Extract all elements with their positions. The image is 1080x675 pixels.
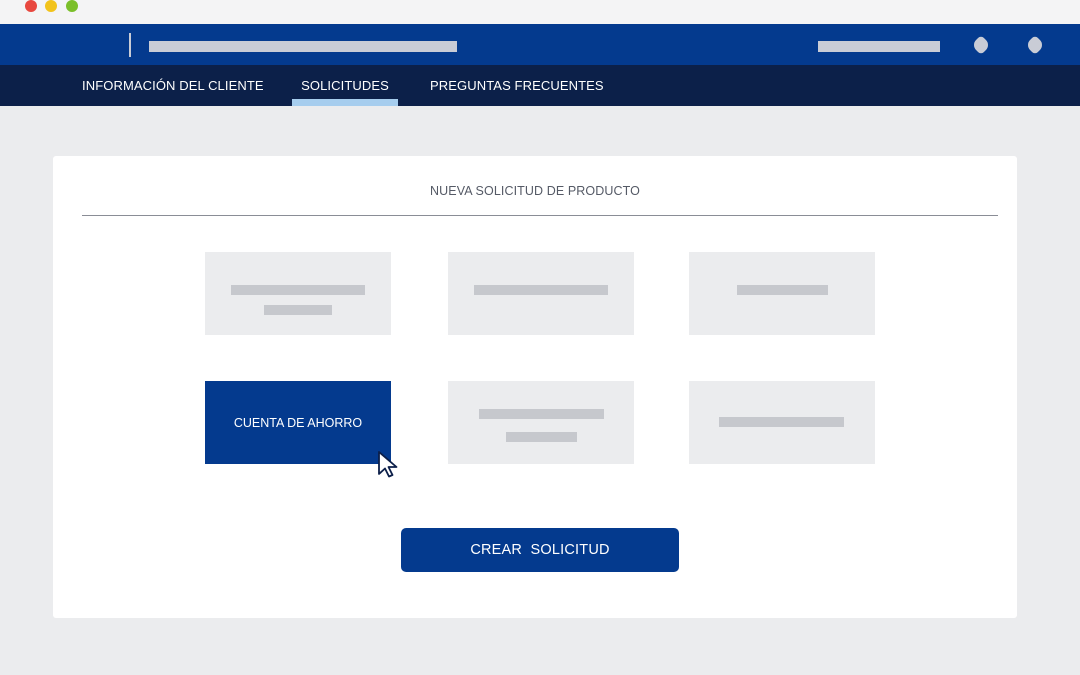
settings-icon[interactable]	[1025, 35, 1045, 55]
product-label-placeholder	[474, 285, 608, 295]
product-option-cuenta-de-ahorro[interactable]: CUENTA DE AHORRO	[205, 381, 391, 464]
zoom-window-dot[interactable]	[66, 0, 78, 12]
tab-label: INFORMACIÓN DEL CLIENTE	[82, 78, 264, 93]
create-request-button[interactable]: CREAR SOLICITUD	[401, 528, 679, 572]
tab-informacion-del-cliente[interactable]: INFORMACIÓN DEL CLIENTE	[82, 65, 264, 106]
mouse-pointer-icon	[378, 451, 398, 478]
product-label-placeholder	[719, 417, 844, 427]
product-label: CUENTA DE AHORRO	[233, 415, 363, 430]
product-option-3[interactable]	[689, 252, 875, 335]
new-request-card: NUEVA SOLICITUD DE PRODUCTO CUENTA DE AH…	[53, 156, 1017, 618]
window-chrome	[0, 0, 1080, 24]
product-option-5[interactable]	[448, 381, 634, 464]
product-label-placeholder	[479, 409, 604, 419]
notifications-icon[interactable]	[971, 35, 991, 55]
top-header	[0, 24, 1080, 65]
product-label-placeholder	[737, 285, 828, 295]
minimize-window-dot[interactable]	[45, 0, 57, 12]
tab-solicitudes[interactable]: SOLICITUDES	[292, 65, 398, 106]
product-option-6[interactable]	[689, 381, 875, 464]
header-divider	[129, 33, 131, 57]
product-label-placeholder	[231, 285, 365, 295]
product-label-placeholder	[264, 305, 332, 315]
tab-label: PREGUNTAS FRECUENTES	[430, 78, 604, 93]
main-nav: INFORMACIÓN DEL CLIENTE SOLICITUDES PREG…	[0, 65, 1080, 106]
product-label-placeholder	[506, 432, 577, 442]
card-title: NUEVA SOLICITUD DE PRODUCTO	[430, 184, 640, 198]
user-placeholder-bar[interactable]	[818, 41, 940, 52]
product-option-1[interactable]	[205, 252, 391, 335]
close-window-dot[interactable]	[25, 0, 37, 12]
product-option-2[interactable]	[448, 252, 634, 335]
tab-label: SOLICITUDES	[301, 78, 389, 93]
search-placeholder-bar[interactable]	[149, 41, 457, 52]
title-divider	[82, 215, 998, 216]
active-tab-indicator	[292, 99, 398, 106]
tab-preguntas-frecuentes[interactable]: PREGUNTAS FRECUENTES	[430, 65, 604, 106]
